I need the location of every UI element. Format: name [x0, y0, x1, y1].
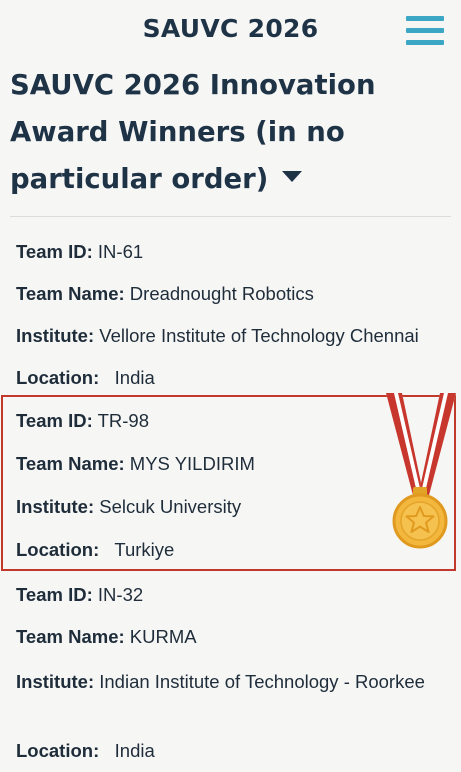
menu-line [406, 28, 444, 33]
team-name-value: MYS YILDIRIM [129, 453, 255, 474]
institute-value: Selcuk University [99, 496, 242, 517]
award-title-toggle[interactable]: SAUVC 2026 Innovation Award Winners (in … [10, 62, 450, 203]
location-row: Location: India [16, 738, 155, 764]
team-name-label: Team Name: [16, 626, 125, 647]
team-id-label: Team ID: [16, 410, 93, 431]
top-bar: SAUVC 2026 [0, 0, 461, 66]
institute-label: Institute: [16, 325, 95, 346]
institute-row: Institute: Selcuk University [16, 494, 241, 520]
team-name-value: KURMA [129, 626, 197, 647]
menu-line [406, 16, 444, 21]
institute-value: Indian Institute of Technology - Roorkee [99, 671, 425, 692]
location-row: Location: India [16, 365, 155, 391]
team-id-row: Team ID: IN-61 [16, 239, 143, 265]
hamburger-menu-icon[interactable] [406, 16, 444, 46]
team-id-value: TR-98 [97, 410, 149, 431]
team-name-row: Team Name: MYS YILDIRIM [16, 451, 255, 477]
institute-row: Institute: Indian Institute of Technolog… [16, 667, 451, 696]
location-label: Location: [16, 367, 100, 388]
institute-row: Institute: Vellore Institute of Technolo… [16, 323, 419, 349]
institute-label: Institute: [16, 496, 95, 517]
team-name-row: Team Name: KURMA [16, 624, 197, 650]
team-id-row: Team ID: IN-32 [16, 582, 143, 608]
team-id-label: Team ID: [16, 584, 93, 605]
location-value: India [114, 740, 155, 761]
team-id-value: IN-32 [97, 584, 144, 605]
location-label: Location: [16, 539, 100, 560]
location-row: Location: Turkiye [16, 537, 174, 563]
institute-label: Institute: [16, 671, 95, 692]
gold-medal-icon [386, 393, 456, 549]
caret-down-icon [282, 171, 303, 182]
menu-line [406, 40, 444, 45]
institute-value: Vellore Institute of Technology Chennai [99, 325, 419, 346]
location-label: Location: [16, 740, 100, 761]
page-title: SAUVC 2026 Innovation Award Winners (in … [10, 69, 376, 195]
location-value: India [114, 367, 155, 388]
team-name-row: Team Name: Dreadnought Robotics [16, 281, 314, 307]
divider [10, 216, 451, 217]
team-name-label: Team Name: [16, 283, 125, 304]
location-value: Turkiye [114, 539, 175, 560]
team-name-value: Dreadnought Robotics [129, 283, 314, 304]
team-id-value: IN-61 [97, 241, 144, 262]
team-id-label: Team ID: [16, 241, 93, 262]
site-brand[interactable]: SAUVC 2026 [0, 14, 461, 43]
team-id-row: Team ID: TR-98 [16, 408, 149, 434]
team-name-label: Team Name: [16, 453, 125, 474]
